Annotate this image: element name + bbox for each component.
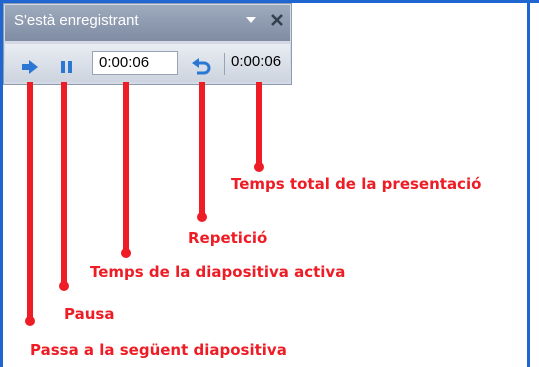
callout-line-total-time	[256, 82, 262, 168]
callout-line-slide-time	[123, 82, 129, 254]
callout-slide-time-label: Temps de la diapositiva activa	[90, 263, 346, 281]
callout-dot-repeat	[197, 212, 207, 222]
recording-controls: 0:00:06 0:00:06	[5, 44, 290, 82]
pause-button[interactable]	[56, 56, 78, 78]
slide-time-field[interactable]: 0:00:06	[92, 51, 178, 75]
callout-dot-total-time	[254, 162, 264, 172]
recording-toolbar-titlebar: S'està enregistrant	[5, 5, 290, 41]
recording-toolbar: S'està enregistrant 0:00:06 0:00:06	[3, 3, 292, 85]
total-time-display: 0:00:06	[231, 53, 282, 70]
callout-total-time-label: Temps total de la presentació	[231, 175, 482, 193]
repeat-button[interactable]	[190, 56, 212, 78]
next-slide-button[interactable]	[19, 56, 41, 78]
close-icon[interactable]	[269, 13, 285, 27]
callout-line-repeat	[199, 82, 205, 218]
callout-line-pause	[61, 82, 67, 287]
callout-dot-slide-time	[121, 248, 131, 258]
callout-dot-pause	[59, 281, 69, 291]
undo-arrow-icon	[192, 58, 211, 75]
pause-icon	[61, 61, 72, 73]
callout-next-label: Passa a la següent diapositiva	[30, 341, 287, 359]
recording-toolbar-title: S'està enregistrant	[14, 12, 139, 29]
callout-pause-label: Pausa	[64, 305, 115, 323]
callout-repeat-label: Repetició	[188, 229, 268, 247]
arrow-right-icon	[22, 60, 38, 74]
slide-border-right	[527, 0, 530, 367]
callout-line-next	[27, 82, 33, 322]
callout-dot-next	[25, 316, 35, 326]
toolbar-separator	[224, 53, 225, 75]
chevron-down-icon[interactable]	[243, 13, 259, 27]
